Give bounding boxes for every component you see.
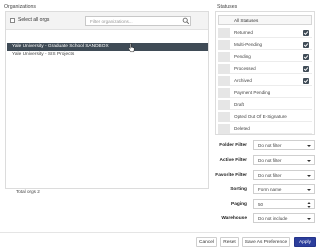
drag-handle-icon[interactable] (218, 28, 230, 38)
status-label: Archived (234, 78, 252, 83)
active-filter-value: Do not filter (258, 158, 282, 163)
favorite-filter-label: Favorite Filter (215, 173, 247, 178)
drag-handle-icon[interactable] (218, 76, 230, 86)
sorting-select[interactable]: Form name (253, 184, 315, 194)
checkbox-checked[interactable] (303, 66, 309, 72)
drag-handle-icon[interactable] (218, 64, 230, 74)
hand-cursor-icon (128, 43, 135, 53)
statuses-panel: All Statuses Returned Multi-Pending Pend… (215, 11, 315, 135)
favorite-filter-select[interactable]: Do not filter (253, 170, 315, 180)
status-processed[interactable]: Processed (218, 64, 312, 74)
status-label: Returned (234, 30, 253, 35)
paging-label: Paging (231, 202, 247, 207)
total-orgs: Total orgs 2 (16, 189, 40, 194)
sorting-label: Sorting (230, 187, 247, 192)
save-as-preference-button[interactable]: Save As Preference (242, 237, 290, 247)
select-all-orgs[interactable]: Select all orgs (10, 17, 49, 23)
active-filter-select[interactable]: Do not filter (253, 155, 315, 165)
checkbox-checked[interactable] (303, 54, 309, 60)
status-archived[interactable]: Archived (218, 76, 312, 86)
status-returned[interactable]: Returned (218, 28, 312, 38)
status-label: Deleted (234, 126, 250, 131)
drag-handle-icon[interactable] (218, 124, 230, 134)
drag-handle-icon[interactable] (218, 88, 230, 98)
organizations-header: Select all orgs (6, 12, 208, 30)
status-label: Draft (234, 102, 244, 107)
apply-button[interactable]: Apply (294, 237, 316, 247)
checkbox-checked[interactable] (303, 30, 309, 36)
drag-handle-icon[interactable] (218, 40, 230, 50)
paging-input[interactable]: 50 (253, 199, 315, 209)
warehouse-label: Warehouse (221, 216, 247, 221)
organizations-panel: Select all orgs Yale University - Gradua… (5, 11, 209, 194)
status-multi-pending[interactable]: Multi-Pending (218, 40, 312, 50)
drag-handle-icon[interactable] (218, 52, 230, 62)
cancel-button[interactable]: Cancel (196, 237, 217, 247)
status-pending[interactable]: Pending (218, 52, 312, 62)
chevron-down-icon (307, 145, 311, 147)
spinner-arrows-icon[interactable] (307, 201, 311, 209)
folder-filter-value: Do not filter (258, 143, 282, 148)
select-all-label: Select all orgs (18, 17, 50, 23)
warehouse-select[interactable]: Do not include (253, 213, 315, 223)
folder-filter-label: Folder Filter (219, 143, 247, 148)
chevron-down-icon (307, 175, 311, 177)
org-item-sis-projects[interactable]: Yale University - SIS Projects (7, 51, 208, 59)
status-label: Pending (234, 54, 251, 59)
checkbox-checked[interactable] (303, 42, 309, 48)
chevron-down-icon (307, 189, 311, 191)
status-deleted[interactable]: Deleted (218, 124, 312, 134)
status-label: Opted Out Of E-Signature (234, 114, 287, 119)
paging-value: 50 (258, 202, 264, 207)
select-all-checkbox[interactable] (10, 17, 15, 23)
drag-handle-icon[interactable] (218, 112, 230, 122)
footer-divider (0, 232, 320, 233)
chevron-down-icon (307, 160, 311, 162)
org-item-graduate-school-sandbox[interactable]: Yale University - Graduate School SANDBO… (7, 43, 208, 51)
statuses-title: Statuses (217, 4, 238, 10)
status-label: Processed (234, 66, 256, 71)
warehouse-value: Do not include (258, 216, 288, 221)
checkbox-checked[interactable] (303, 78, 309, 84)
chevron-down-icon (307, 218, 311, 220)
sorting-value: Form name (258, 187, 282, 192)
status-label: Multi-Pending (234, 42, 263, 47)
folder-filter-select[interactable]: Do not filter (253, 140, 315, 150)
all-statuses[interactable]: All Statuses (218, 15, 312, 25)
status-payment-pending[interactable]: Payment Pending (218, 88, 312, 98)
drag-handle-icon[interactable] (218, 100, 230, 110)
active-filter-label: Active Filter (219, 158, 247, 163)
organizations-title: Organizations (4, 4, 37, 10)
reset-button[interactable]: Reset (220, 237, 239, 247)
favorite-filter-value: Do not filter (258, 173, 282, 178)
org-filter-input[interactable] (85, 16, 191, 26)
status-label: Payment Pending (234, 90, 271, 95)
status-draft[interactable]: Draft (218, 100, 312, 110)
status-opted-out-e-signature[interactable]: Opted Out Of E-Signature (218, 112, 312, 122)
search-icon[interactable] (182, 17, 190, 25)
